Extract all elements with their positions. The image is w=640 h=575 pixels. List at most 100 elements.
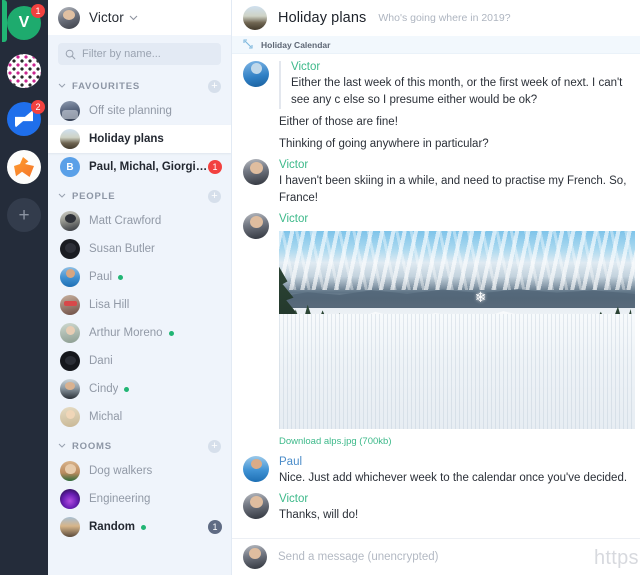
- rail-org-blue[interactable]: 2: [7, 100, 45, 136]
- message-body: Victor I haven't been skiing in a while, …: [279, 159, 628, 207]
- snowflake-icon: ❄: [474, 289, 487, 306]
- chevron-down-glyph: [129, 15, 138, 20]
- message-body: Victor Either the last week of this month…: [279, 61, 628, 109]
- avatar: [243, 61, 269, 87]
- chevron-down-icon[interactable]: [129, 13, 138, 23]
- message-sender[interactable]: Victor: [279, 213, 628, 225]
- message-sender[interactable]: Victor: [279, 493, 628, 505]
- online-status-dot: [141, 524, 146, 530]
- sidebar-user-header[interactable]: Victor: [48, 0, 231, 35]
- message: Victor ❄ Download alps.jpg (700kb): [232, 210, 640, 453]
- add-item-button[interactable]: +: [208, 189, 221, 203]
- sidebar-item-label: Dani: [89, 355, 113, 367]
- online-status-dot: [168, 330, 174, 336]
- rail-org-orange[interactable]: [7, 150, 41, 184]
- message-text: Nice. Just add whichever week to the cal…: [279, 472, 628, 484]
- avatar: [60, 323, 80, 343]
- sidebar-item[interactable]: Matt Crawford: [48, 207, 231, 235]
- message-sender[interactable]: Paul: [279, 456, 628, 468]
- sidebar-item[interactable]: Off site planning: [48, 97, 231, 125]
- avatar: [60, 407, 80, 427]
- download-attachment-link[interactable]: Download alps.jpg (700kb): [279, 429, 628, 450]
- sidebar-item[interactable]: Dog walkers: [48, 457, 231, 485]
- sidebar-item[interactable]: Cindy: [48, 375, 231, 403]
- chevron-down-icon[interactable]: [58, 191, 66, 200]
- avatar: [243, 213, 269, 239]
- page-title: Holiday plans: [278, 10, 367, 26]
- add-item-button[interactable]: +: [208, 79, 221, 93]
- sidebar-item[interactable]: Michal: [48, 403, 231, 431]
- message-continued: Either of those are fine!: [232, 112, 640, 134]
- sidebar-sections[interactable]: FAVOURITES + Off site planning Holiday plan…: [48, 71, 231, 575]
- unread-badge: 1: [208, 520, 222, 534]
- section-header-rooms[interactable]: ROOMS +: [48, 431, 231, 457]
- room-avatar: [243, 6, 267, 30]
- sidebar-item-label: Cindy: [89, 383, 119, 395]
- org-avatar: [7, 150, 41, 184]
- sidebar-item-label: Random: [89, 521, 135, 533]
- room-topic[interactable]: Who's going where in 2019?: [378, 12, 510, 24]
- chevron-down-icon[interactable]: [58, 81, 66, 90]
- chevron-down-icon[interactable]: [58, 441, 66, 450]
- photo-clouds: [279, 231, 635, 291]
- search-placeholder: Filter by name...: [82, 48, 161, 60]
- sidebar-item[interactable]: Holiday plans: [48, 125, 231, 153]
- message-body: Victor ❄ Download alps.jpg (700kb): [279, 213, 635, 450]
- sidebar-item[interactable]: Susan Butler: [48, 235, 231, 263]
- section-title: PEOPLE: [72, 190, 116, 202]
- avatar: [60, 239, 80, 259]
- sidebar-item-label: Off site planning: [89, 105, 172, 117]
- message-composer[interactable]: Send a message (unencrypted): [232, 538, 640, 575]
- expand-icon[interactable]: [243, 36, 253, 54]
- rail-org-victor[interactable]: V1: [7, 4, 45, 40]
- pinned-widget-bar[interactable]: Holiday Calendar: [232, 36, 640, 54]
- sidebar-username: Victor: [89, 10, 124, 25]
- avatar: [243, 493, 269, 519]
- message-timeline[interactable]: Victor Either the last week of this month…: [232, 54, 640, 538]
- add-org-button[interactable]: +: [7, 198, 41, 232]
- section-header-people[interactable]: PEOPLE +: [48, 181, 231, 207]
- message-sender[interactable]: Victor: [279, 159, 628, 171]
- avatar: B: [60, 157, 80, 177]
- chat-header: Holiday plans Who's going where in 2019?: [232, 0, 640, 36]
- sidebar-item-label: Paul: [89, 271, 113, 283]
- search-input[interactable]: Filter by name...: [58, 43, 221, 65]
- message-text: Either of those are fine!: [279, 116, 398, 128]
- search-container: Filter by name...: [48, 35, 231, 71]
- ski-slope-photo[interactable]: ❄: [279, 231, 635, 429]
- section-header-favourites[interactable]: FAVOURITES +: [48, 71, 231, 97]
- sidebar-item-label: Lisa Hill: [89, 299, 130, 311]
- message: Victor I haven't been skiing in a while, …: [232, 156, 640, 210]
- message-sender[interactable]: Victor: [291, 61, 628, 73]
- message: Victor Thanks, will do!: [232, 490, 640, 527]
- add-item-button[interactable]: +: [208, 439, 221, 453]
- sidebar-item[interactable]: Random 1: [48, 513, 231, 541]
- sidebar-item[interactable]: Paul: [48, 263, 231, 291]
- sidebar-item[interactable]: Arthur Moreno: [48, 319, 231, 347]
- message-body: Victor Thanks, will do!: [279, 493, 628, 524]
- sidebar-item-label: Matt Crawford: [89, 215, 162, 227]
- avatar: [60, 295, 80, 315]
- message-text: I haven't been skiing in a while, and ne…: [279, 175, 627, 204]
- avatar: [60, 489, 80, 509]
- composer-avatar: [243, 545, 267, 569]
- rail-org-dots[interactable]: [7, 54, 41, 88]
- sidebar-item[interactable]: B Paul, Michal, Giorgio... 1: [48, 153, 231, 181]
- chat-pane: Holiday plans Who's going where in 2019?…: [232, 0, 640, 575]
- sidebar-item[interactable]: Engineering: [48, 485, 231, 513]
- sidebar-item[interactable]: Dani: [48, 347, 231, 375]
- sidebar-item[interactable]: Lisa Hill: [48, 291, 231, 319]
- pinned-widget-label: Holiday Calendar: [261, 39, 331, 50]
- avatar: [60, 351, 80, 371]
- search-icon: [65, 49, 76, 59]
- message: Victor Either the last week of this month…: [232, 58, 640, 112]
- sidebar-item-label: Engineering: [89, 493, 151, 505]
- message-attachment[interactable]: ❄ Download alps.jpg (700kb): [279, 227, 635, 450]
- composer-placeholder: Send a message (unencrypted): [278, 551, 439, 563]
- avatar: [243, 159, 269, 185]
- app-window: V1 2 + Victor Filter by name... FAVOURITE…: [0, 0, 640, 575]
- avatar: [60, 461, 80, 481]
- avatar: [60, 267, 80, 287]
- section-title: ROOMS: [72, 440, 112, 452]
- sidebar-item-label: Susan Butler: [89, 243, 155, 255]
